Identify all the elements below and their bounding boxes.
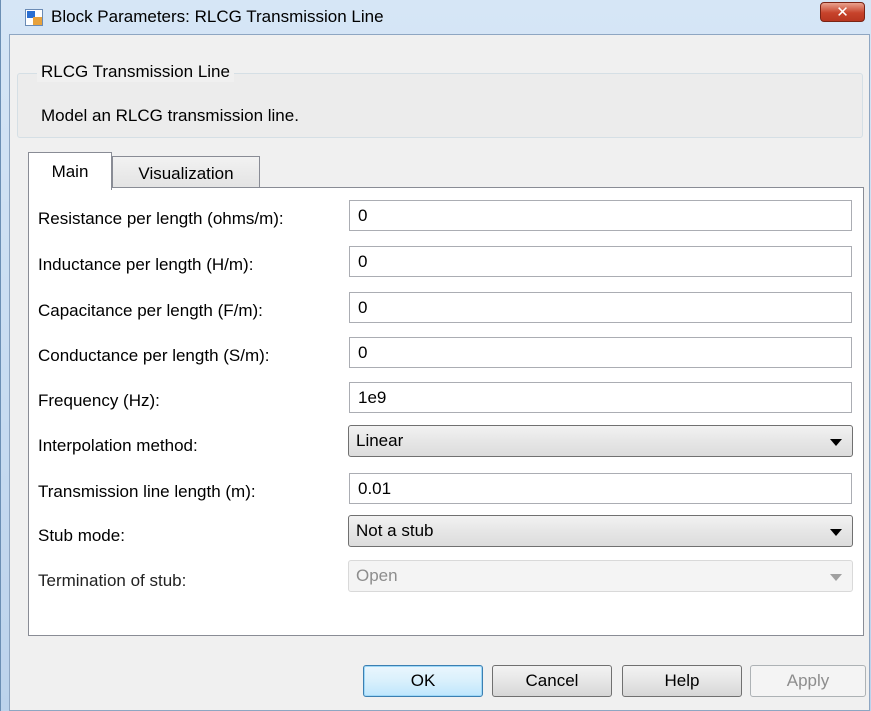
line-length-label: Transmission line length (m): [38, 482, 256, 501]
chevron-down-icon [830, 439, 842, 446]
chevron-down-icon [830, 574, 842, 581]
termination-label: Termination of stub: [38, 571, 187, 590]
title-bar[interactable]: Block Parameters: RLCG Transmission Line… [1, 0, 871, 34]
tab-visualization[interactable]: Visualization [112, 156, 260, 188]
interpolation-dropdown[interactable]: Linear [348, 425, 853, 457]
interpolation-label: Interpolation method: [38, 436, 198, 455]
window-title: Block Parameters: RLCG Transmission Line [51, 7, 384, 26]
tab-main[interactable]: Main [28, 152, 112, 190]
stub-mode-dropdown[interactable]: Not a stub [348, 515, 853, 547]
frequency-label: Frequency (Hz): [38, 391, 160, 410]
frequency-field[interactable]: 1e9 [349, 382, 852, 413]
ok-button[interactable]: OK [363, 665, 483, 697]
close-button[interactable]: ✕ [820, 2, 865, 22]
simulink-block-icon [25, 9, 43, 26]
description-text: Model an RLCG transmission line. [41, 106, 299, 125]
resistance-label: Resistance per length (ohms/m): [38, 209, 284, 228]
capacitance-field[interactable]: 0 [349, 292, 852, 323]
apply-button: Apply [750, 665, 866, 697]
resistance-field[interactable]: 0 [349, 200, 852, 231]
chevron-down-icon [830, 529, 842, 536]
cancel-button[interactable]: Cancel [492, 665, 612, 697]
conductance-label: Conductance per length (S/m): [38, 346, 270, 365]
inductance-field[interactable]: 0 [349, 246, 852, 277]
conductance-field[interactable]: 0 [349, 337, 852, 368]
stub-mode-value: Not a stub [356, 521, 434, 540]
interpolation-value: Linear [356, 431, 404, 450]
capacitance-label: Capacitance per length (F/m): [38, 301, 263, 320]
help-button[interactable]: Help [622, 665, 742, 697]
stub-mode-label: Stub mode: [38, 526, 125, 545]
line-length-field[interactable]: 0.01 [349, 473, 852, 504]
dialog-window: Block Parameters: RLCG Transmission Line… [0, 0, 871, 711]
description-group-title: RLCG Transmission Line [37, 62, 234, 82]
inductance-label: Inductance per length (H/m): [38, 255, 254, 274]
termination-dropdown: Open [348, 560, 853, 592]
termination-value: Open [356, 566, 398, 585]
